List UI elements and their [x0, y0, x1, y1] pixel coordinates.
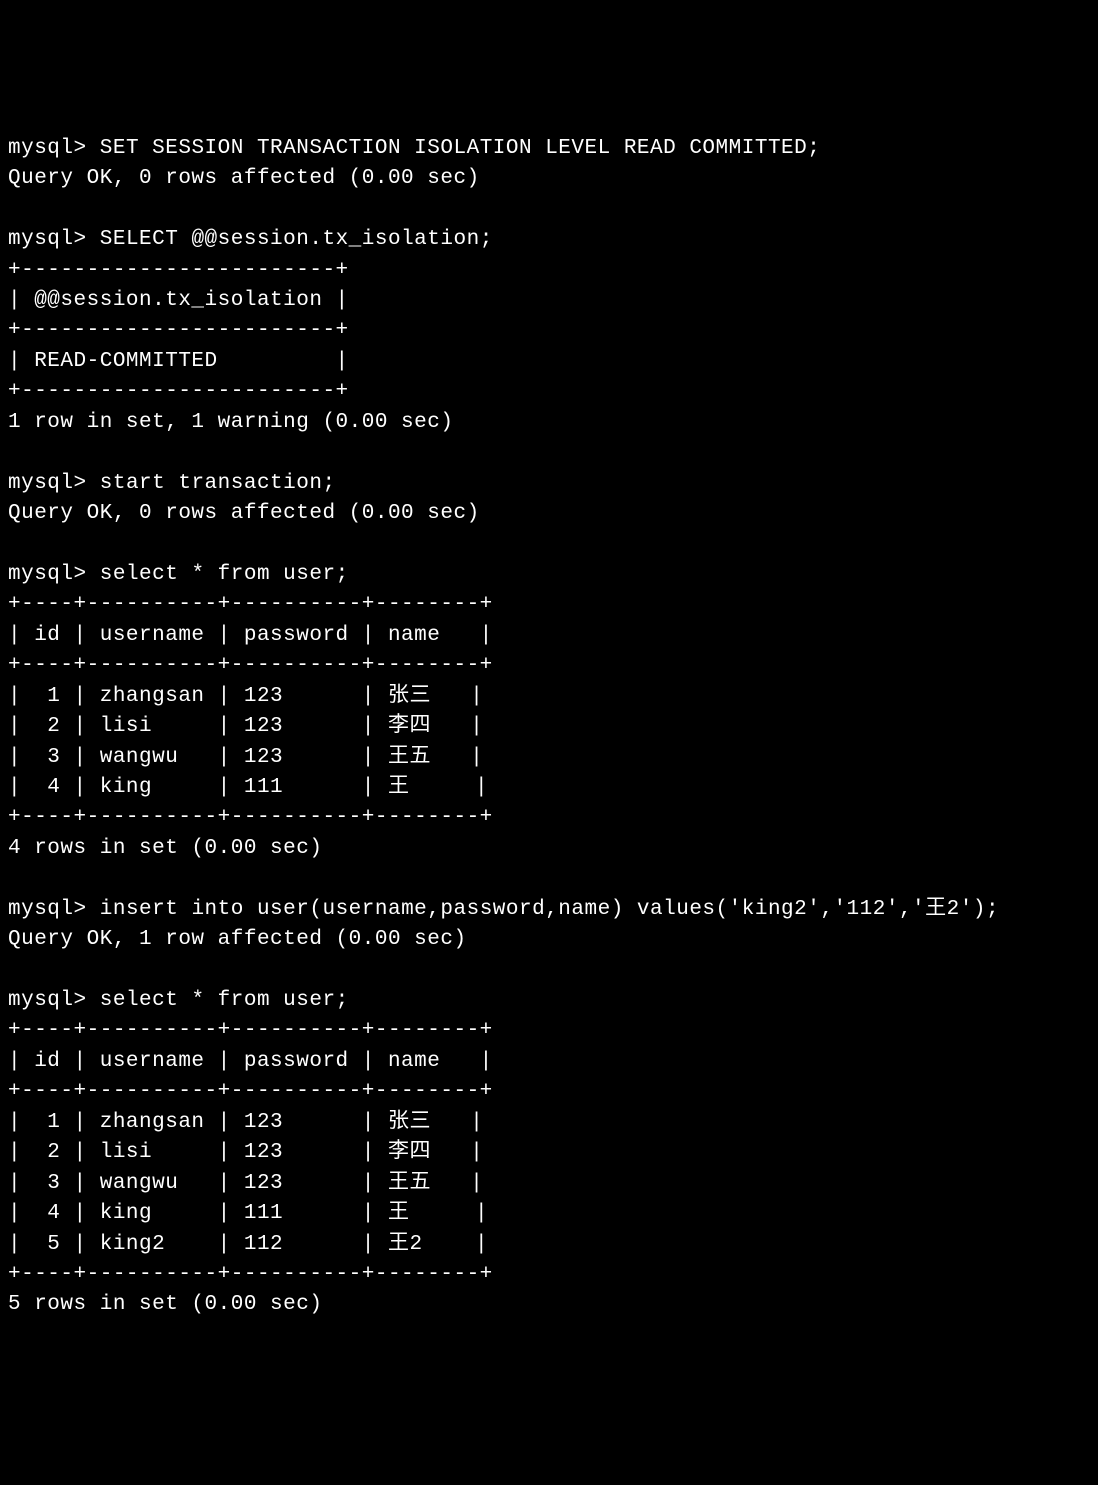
table-row: | 1 | zhangsan | 123 | 张三 | — [8, 1108, 1090, 1138]
command-set-isolation: SET SESSION TRANSACTION ISOLATION LEVEL … — [100, 137, 821, 160]
table-border: +----+----------+----------+--------+ — [8, 651, 1090, 681]
command-start-transaction: start transaction; — [100, 472, 336, 495]
mysql-prompt: mysql> — [8, 472, 87, 495]
result-summary: 1 row in set, 1 warning (0.00 sec) — [8, 408, 1090, 438]
prompt-line: mysql> SELECT @@session.tx_isolation; — [8, 225, 1090, 255]
blank-line — [8, 195, 1090, 225]
prompt-line: mysql> select * from user; — [8, 986, 1090, 1016]
mysql-prompt: mysql> — [8, 228, 87, 251]
prompt-line: mysql> SET SESSION TRANSACTION ISOLATION… — [8, 134, 1090, 164]
result-summary: 4 rows in set (0.00 sec) — [8, 834, 1090, 864]
table-border: +------------------------+ — [8, 316, 1090, 346]
mysql-prompt: mysql> — [8, 563, 87, 586]
prompt-line: mysql> insert into user(username,passwor… — [8, 895, 1090, 925]
blank-line — [8, 956, 1090, 986]
table-border: +----+----------+----------+--------+ — [8, 803, 1090, 833]
table-row: | 1 | zhangsan | 123 | 张三 | — [8, 682, 1090, 712]
result-summary: 5 rows in set (0.00 sec) — [8, 1290, 1090, 1320]
command-select-user: select * from user; — [100, 563, 349, 586]
table-row: | 4 | king | 111 | 王 | — [8, 773, 1090, 803]
blank-line — [8, 438, 1090, 468]
mysql-prompt: mysql> — [8, 898, 87, 921]
command-insert-user: insert into user(username,password,name)… — [100, 898, 999, 921]
table-row: | 5 | king2 | 112 | 王2 | — [8, 1230, 1090, 1260]
table-border: +------------------------+ — [8, 377, 1090, 407]
blank-line — [8, 529, 1090, 559]
prompt-line: mysql> start transaction; — [8, 469, 1090, 499]
table-header: | @@session.tx_isolation | — [8, 286, 1090, 316]
table-header: | id | username | password | name | — [8, 621, 1090, 651]
table-row: | 4 | king | 111 | 王 | — [8, 1199, 1090, 1229]
table-border: +----+----------+----------+--------+ — [8, 1077, 1090, 1107]
table-border: +----+----------+----------+--------+ — [8, 590, 1090, 620]
table-border: +----+----------+----------+--------+ — [8, 1016, 1090, 1046]
table-border: +------------------------+ — [8, 256, 1090, 286]
result-line: Query OK, 0 rows affected (0.00 sec) — [8, 499, 1090, 529]
table-row: | 2 | lisi | 123 | 李四 | — [8, 712, 1090, 742]
table-row: | 3 | wangwu | 123 | 王五 | — [8, 1169, 1090, 1199]
command-select-user: select * from user; — [100, 989, 349, 1012]
table-row: | 3 | wangwu | 123 | 王五 | — [8, 743, 1090, 773]
table-row: | READ-COMMITTED | — [8, 347, 1090, 377]
prompt-line: mysql> select * from user; — [8, 560, 1090, 590]
mysql-prompt: mysql> — [8, 989, 87, 1012]
table-header: | id | username | password | name | — [8, 1047, 1090, 1077]
result-line: Query OK, 1 row affected (0.00 sec) — [8, 925, 1090, 955]
result-line: Query OK, 0 rows affected (0.00 sec) — [8, 164, 1090, 194]
blank-line — [8, 864, 1090, 894]
table-row: | 2 | lisi | 123 | 李四 | — [8, 1138, 1090, 1168]
terminal-output: mysql> SET SESSION TRANSACTION ISOLATION… — [8, 134, 1090, 1321]
command-select-isolation: SELECT @@session.tx_isolation; — [100, 228, 493, 251]
mysql-prompt: mysql> — [8, 137, 87, 160]
table-border: +----+----------+----------+--------+ — [8, 1260, 1090, 1290]
